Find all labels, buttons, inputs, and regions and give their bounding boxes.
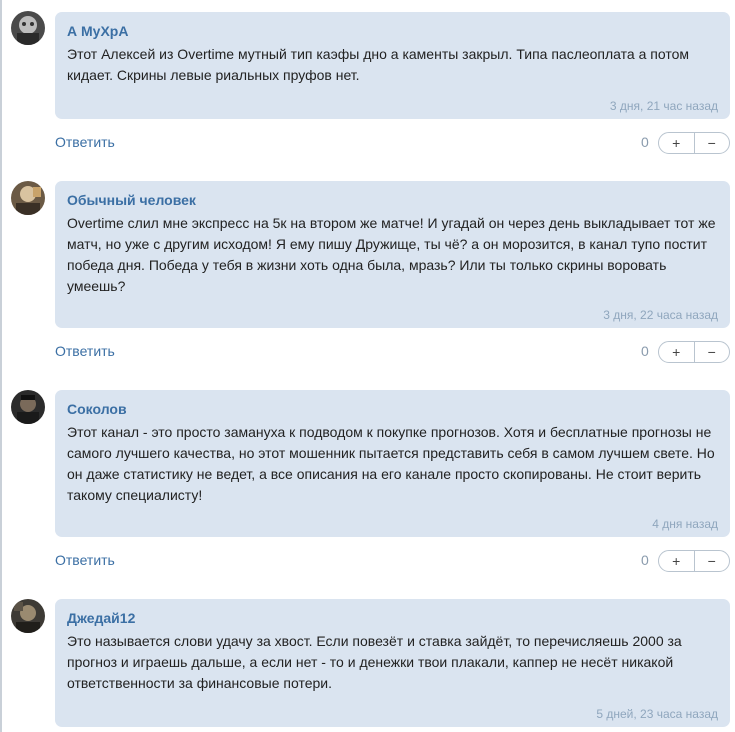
reply-button[interactable]: Ответить [55,134,115,150]
comment-bubble: Обычный человек Overtime слил мне экспре… [55,181,730,328]
vote-control: + − [658,550,730,572]
upvote-button[interactable]: + [659,342,695,362]
comment-author[interactable]: Соколов [67,400,718,418]
comment-text: Это называется слови удачу за хвост. Есл… [67,633,682,691]
comment-text: Overtime слил мне экспресс на 5к на втор… [67,215,716,294]
downvote-button[interactable]: − [695,133,730,153]
comment-text: Этот Алексей из Overtime мутный тип каэф… [67,46,689,83]
reply-button[interactable]: Ответить [55,552,115,568]
comment-timestamp[interactable]: 3 дня, 21 час назад [610,99,718,113]
comment-author[interactable]: Джедай12 [67,609,718,627]
upvote-button[interactable]: + [659,551,695,571]
user-avatar[interactable] [11,181,45,215]
comments-page: А МуХрА Этот Алексей из Overtime мутный … [0,0,735,732]
comment-author[interactable]: А МуХрА [67,22,718,40]
left-border [0,0,2,732]
avatar-image [11,181,45,215]
upvote-button[interactable]: + [659,133,695,153]
comment-bubble: Соколов Этот канал - это просто замануха… [55,390,730,537]
comment-timestamp[interactable]: 5 дней, 23 часа назад [596,707,718,721]
comment-text: Этот канал - это просто замануха к подво… [67,424,715,503]
avatar-image [11,11,45,45]
comment-timestamp[interactable]: 4 дня назад [652,517,718,531]
avatar-image [11,390,45,424]
vote-control: + − [658,341,730,363]
vote-count: 0 [641,552,649,568]
vote-count: 0 [641,134,649,150]
user-avatar[interactable] [11,11,45,45]
comment-actions: Ответить 0 + − [0,132,735,156]
vote-control: + − [658,132,730,154]
downvote-button[interactable]: − [695,342,730,362]
vote-count: 0 [641,343,649,359]
reply-button[interactable]: Ответить [55,343,115,359]
comment-author[interactable]: Обычный человек [67,191,718,209]
user-avatar[interactable] [11,390,45,424]
comment-bubble: Джедай12 Это называется слови удачу за х… [55,599,730,727]
comment-timestamp[interactable]: 3 дня, 22 часа назад [603,308,718,322]
comment-actions: Ответить 0 + − [0,550,735,574]
avatar-image [11,599,45,633]
comment-actions: Ответить 0 + − [0,341,735,365]
downvote-button[interactable]: − [695,551,730,571]
user-avatar[interactable] [11,599,45,633]
comment-bubble: А МуХрА Этот Алексей из Overtime мутный … [55,12,730,119]
